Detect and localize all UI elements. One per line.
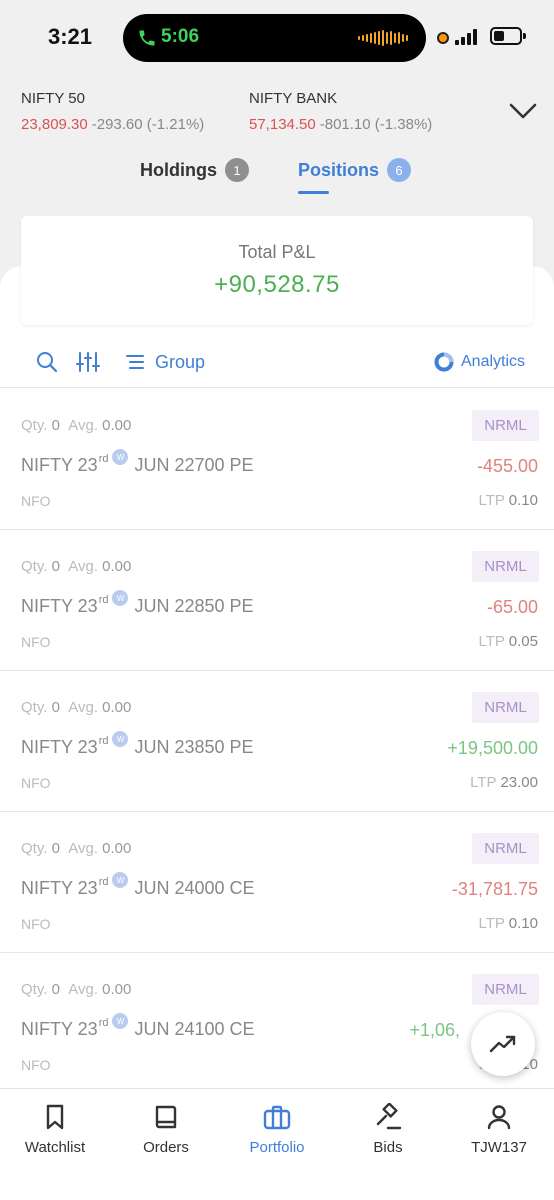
product-type-badge: NRML [472,692,539,723]
weekly-expiry-icon: W [112,590,129,606]
position-avg: 0.00 [102,417,132,434]
position-qty: 0 [51,558,60,575]
position-avg: 0.00 [102,981,132,998]
analytics-icon[interactable] [434,352,454,372]
position-exchange: NFO [21,634,51,650]
index-name-nifty50[interactable]: NIFTY 50 [21,90,85,107]
weekly-expiry-icon: W [112,872,129,888]
status-bar: 3:21 5:06 [0,0,554,76]
analytics-button[interactable]: Analytics [461,353,525,371]
nav-orders[interactable]: Orders [116,1103,216,1156]
nav-portfolio[interactable]: Portfolio [227,1103,327,1156]
book-icon [155,1105,177,1129]
position-pnl: -455.00 [476,456,538,476]
trending-up-icon [489,1035,516,1053]
phone-icon [139,30,155,46]
position-pnl: -65.00 [486,597,538,617]
position-exchange: NFO [21,775,51,791]
position-avg: 0.00 [102,558,132,575]
position-qty: 0 [51,699,60,716]
position-avg: 0.00 [102,840,132,857]
nav-watchlist[interactable]: Watchlist [5,1103,105,1156]
weekly-expiry-icon: W [112,449,129,465]
position-symbol: NIFTY 23rd W JUN 24000 CE [21,872,255,899]
dynamic-island[interactable]: 5:06 [123,14,426,62]
tab-holdings[interactable]: Holdings 1 [140,158,249,182]
position-row[interactable]: Qty. 0 Avg. 0.00 NRML NIFTY 23rd W JUN 238… [0,671,554,812]
product-type-badge: NRML [472,833,539,864]
index-value-nifty50[interactable]: 23,809.30 -293.60 (-1.21%) [21,116,204,133]
bookmark-icon [46,1104,64,1130]
index-value-niftybank[interactable]: 57,134.50 -801.10 (-1.38%) [249,116,432,133]
position-qty: 0 [51,840,60,857]
position-qty: 0 [51,417,60,434]
nav-bids[interactable]: Bids [338,1103,438,1156]
group-button[interactable]: Group [155,352,205,373]
position-symbol: NIFTY 23rd W JUN 24100 CE [21,1013,255,1040]
position-row[interactable]: Qty. 0 Avg. 0.00 NRML NIFTY 23rd W JUN 240… [0,812,554,953]
recording-indicator-icon [437,32,449,44]
position-row[interactable]: Qty. 0 Avg. 0.00 NRML NIFTY 23rd W JUN 228… [0,530,554,671]
weekly-expiry-icon: W [112,1013,129,1029]
position-avg: 0.00 [102,699,132,716]
group-list-icon[interactable] [125,353,145,371]
active-tab-indicator [298,191,329,194]
position-exchange: NFO [21,1057,51,1073]
product-type-badge: NRML [472,410,539,441]
audio-wave-icon [358,30,408,46]
positions-count-badge: 6 [387,158,412,182]
position-pnl: +19,500.00 [447,738,538,758]
positions-toolbar: Group Analytics [0,340,554,388]
total-pnl-value: +90,528.75 [214,271,340,298]
position-symbol: NIFTY 23rd W JUN 23850 PE [21,731,254,758]
total-pnl-label: Total P&L [238,242,316,262]
call-duration: 5:06 [161,26,200,47]
position-ltp: LTP 0.10 [478,915,538,932]
battery-icon [490,27,522,45]
position-exchange: NFO [21,493,51,509]
user-icon [487,1105,511,1130]
tab-positions[interactable]: Positions 6 [298,158,412,182]
position-row[interactable]: Qty. 0 Avg. 0.00 NRML NIFTY 23rd W JUN 241… [0,953,554,1094]
product-type-badge: NRML [472,551,539,582]
position-exchange: NFO [21,916,51,932]
chevron-down-icon[interactable] [508,101,538,121]
position-pnl: -31,781.75 [451,879,538,899]
briefcase-icon [263,1105,291,1130]
position-ltp: LTP 23.00 [470,774,538,791]
bottom-navigation: Watchlist Orders Portfolio Bids TJW137 [0,1088,554,1200]
index-name-niftybank[interactable]: NIFTY BANK [249,90,337,107]
product-type-badge: NRML [472,974,539,1005]
search-icon[interactable] [36,351,58,373]
position-ltp: LTP 0.05 [478,633,538,650]
position-symbol: NIFTY 23rd W JUN 22700 PE [21,449,254,476]
nav-profile[interactable]: TJW137 [449,1103,549,1156]
clock: 3:21 [48,24,93,49]
position-symbol: NIFTY 23rd W JUN 22850 PE [21,590,254,617]
gavel-icon [376,1103,402,1130]
trend-fab-button[interactable] [471,1012,535,1076]
position-pnl: +1,06, [409,1020,460,1040]
weekly-expiry-icon: W [112,731,129,747]
signal-icon [455,29,477,45]
holdings-count-badge: 1 [225,158,249,182]
filter-sliders-icon[interactable] [76,351,100,373]
total-pnl-card: Total P&L +90,528.75 [21,216,533,325]
position-qty: 0 [51,981,60,998]
position-ltp: LTP 0.10 [478,492,538,509]
position-row[interactable]: Qty. 0 Avg. 0.00 NRML NIFTY 23rd W JUN 227… [0,389,554,530]
